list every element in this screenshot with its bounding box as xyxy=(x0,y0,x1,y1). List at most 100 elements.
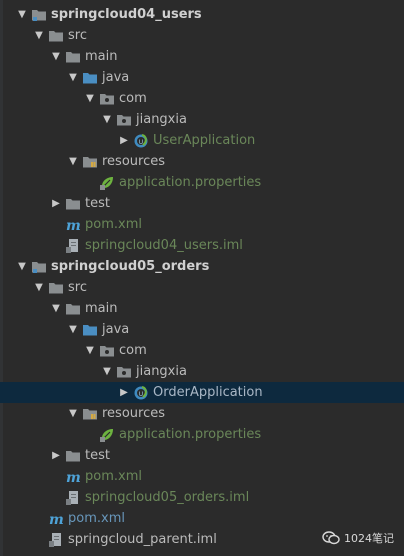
tree-item-label: main xyxy=(85,49,118,64)
chevron-down-icon[interactable]: ▼ xyxy=(33,25,45,46)
chevron-down-icon[interactable]: ▼ xyxy=(50,298,62,319)
tree-item[interactable]: ▼ src xyxy=(0,25,404,46)
folder-icon xyxy=(65,301,81,317)
chevron-down-icon[interactable]: ▼ xyxy=(50,46,62,67)
tree-item[interactable]: ▶ U OrderApplication xyxy=(0,382,404,403)
folder-icon xyxy=(65,49,81,65)
tree-item-label: resources xyxy=(102,406,166,421)
tree-item-label: UserApplication xyxy=(153,133,256,148)
maven-pom-icon: m xyxy=(48,511,64,528)
tree-item-label: springcloud_parent.iml xyxy=(68,532,217,547)
maven-pom-icon: m xyxy=(65,217,81,234)
tree-item[interactable]: application.properties xyxy=(0,172,404,193)
tree-item[interactable]: ▼ main xyxy=(0,298,404,319)
svg-text:U: U xyxy=(139,391,143,398)
chevron-down-icon[interactable]: ▼ xyxy=(84,340,96,361)
chevron-right-icon[interactable]: ▶ xyxy=(50,193,62,214)
resources-folder-icon xyxy=(82,406,98,422)
tree-item[interactable]: ▼ resources xyxy=(0,151,404,172)
folder-icon xyxy=(48,280,64,296)
wechat-icon xyxy=(322,531,340,545)
tree-item-label: springcloud05_orders.iml xyxy=(85,490,250,505)
chevron-down-icon[interactable]: ▼ xyxy=(67,151,79,172)
tree-item[interactable]: m pom.xml xyxy=(0,214,404,235)
spring-properties-icon xyxy=(99,427,115,443)
tree-item-label: test xyxy=(85,448,110,463)
chevron-right-icon[interactable]: ▶ xyxy=(118,382,130,403)
tree-item-label: jiangxia xyxy=(136,364,187,379)
tree-item[interactable]: ▼ com xyxy=(0,340,404,361)
tree-item-label: jiangxia xyxy=(136,112,187,127)
tree-item-label: pom.xml xyxy=(85,217,142,232)
tree-item-label: application.properties xyxy=(119,427,262,442)
tree-item-label: pom.xml xyxy=(85,469,142,484)
tree-item-label: springcloud04_users.iml xyxy=(85,238,243,253)
chevron-right-icon[interactable]: ▶ xyxy=(50,445,62,466)
module-folder-icon xyxy=(31,259,47,275)
tree-item[interactable]: ▼ src xyxy=(0,277,404,298)
tree-item[interactable]: m pom.xml xyxy=(0,508,404,529)
chevron-down-icon[interactable]: ▼ xyxy=(16,256,28,277)
tree-item-label: test xyxy=(85,196,110,211)
tree-item-label: java xyxy=(102,70,130,85)
tree-item[interactable]: ▼ springcloud05_orders xyxy=(0,256,404,277)
folder-icon xyxy=(65,196,81,212)
spring-properties-icon xyxy=(99,175,115,191)
tree-item[interactable]: ▼ java xyxy=(0,67,404,88)
package-icon xyxy=(116,364,132,380)
tree-item[interactable]: ▼ main xyxy=(0,46,404,67)
tree-item-label: resources xyxy=(102,154,166,169)
tree-item-label: com xyxy=(119,91,147,106)
chevron-down-icon[interactable]: ▼ xyxy=(16,4,28,25)
spring-boot-class-icon: U xyxy=(133,385,149,401)
chevron-down-icon[interactable]: ▼ xyxy=(67,319,79,340)
chevron-right-icon[interactable]: ▶ xyxy=(118,130,130,151)
iml-file-icon xyxy=(65,490,81,506)
chevron-down-icon[interactable]: ▼ xyxy=(67,403,79,424)
package-icon xyxy=(116,112,132,128)
tree-item[interactable]: ▶ U UserApplication xyxy=(0,130,404,151)
resources-folder-icon xyxy=(82,154,98,170)
spring-boot-class-icon: U xyxy=(133,133,149,149)
package-icon xyxy=(99,343,115,359)
iml-file-icon xyxy=(65,238,81,254)
tree-item[interactable]: ▼ springcloud04_users xyxy=(0,4,404,25)
tree-item-label: pom.xml xyxy=(68,511,125,526)
chevron-down-icon[interactable]: ▼ xyxy=(67,67,79,88)
tree-item[interactable]: ▼ jiangxia xyxy=(0,109,404,130)
chevron-down-icon[interactable]: ▼ xyxy=(33,277,45,298)
tree-item[interactable]: ▼ jiangxia xyxy=(0,361,404,382)
tree-item-label: OrderApplication xyxy=(153,385,263,400)
tree-item[interactable]: ▶ test xyxy=(0,445,404,466)
tree-item[interactable]: application.properties xyxy=(0,424,404,445)
chevron-down-icon[interactable]: ▼ xyxy=(101,361,113,382)
tree-item-label: main xyxy=(85,301,118,316)
svg-text:m: m xyxy=(66,470,81,485)
tree-item[interactable]: ▼ resources xyxy=(0,403,404,424)
chevron-down-icon[interactable]: ▼ xyxy=(84,88,96,109)
svg-text:m: m xyxy=(66,218,81,233)
tree-item[interactable]: springcloud04_users.iml xyxy=(0,235,404,256)
package-icon xyxy=(99,91,115,107)
watermark-text: 1024笔记 xyxy=(344,532,394,545)
watermark: 1024笔记 xyxy=(322,530,394,546)
tree-item-label: com xyxy=(119,343,147,358)
folder-icon xyxy=(65,448,81,464)
maven-pom-icon: m xyxy=(65,469,81,486)
tree-item-label: application.properties xyxy=(119,175,262,190)
tree-item[interactable]: ▼ com xyxy=(0,88,404,109)
tree-item[interactable]: m pom.xml xyxy=(0,466,404,487)
source-folder-icon xyxy=(82,70,98,86)
tree-item-label: springcloud05_orders xyxy=(51,259,210,274)
source-folder-icon xyxy=(82,322,98,338)
project-tree[interactable]: ▼ springcloud04_users ▼ src ▼ main ▼ java ▼ com ▼ j… xyxy=(0,4,404,550)
tree-item[interactable]: ▶ test xyxy=(0,193,404,214)
tree-item[interactable]: springcloud05_orders.iml xyxy=(0,487,404,508)
svg-text:U: U xyxy=(139,139,143,146)
tree-item-label: springcloud04_users xyxy=(51,7,202,22)
chevron-down-icon[interactable]: ▼ xyxy=(101,109,113,130)
svg-text:m: m xyxy=(49,512,64,527)
tree-item[interactable]: ▼ java xyxy=(0,319,404,340)
tree-item-label: src xyxy=(68,28,87,43)
tree-item-label: src xyxy=(68,280,87,295)
